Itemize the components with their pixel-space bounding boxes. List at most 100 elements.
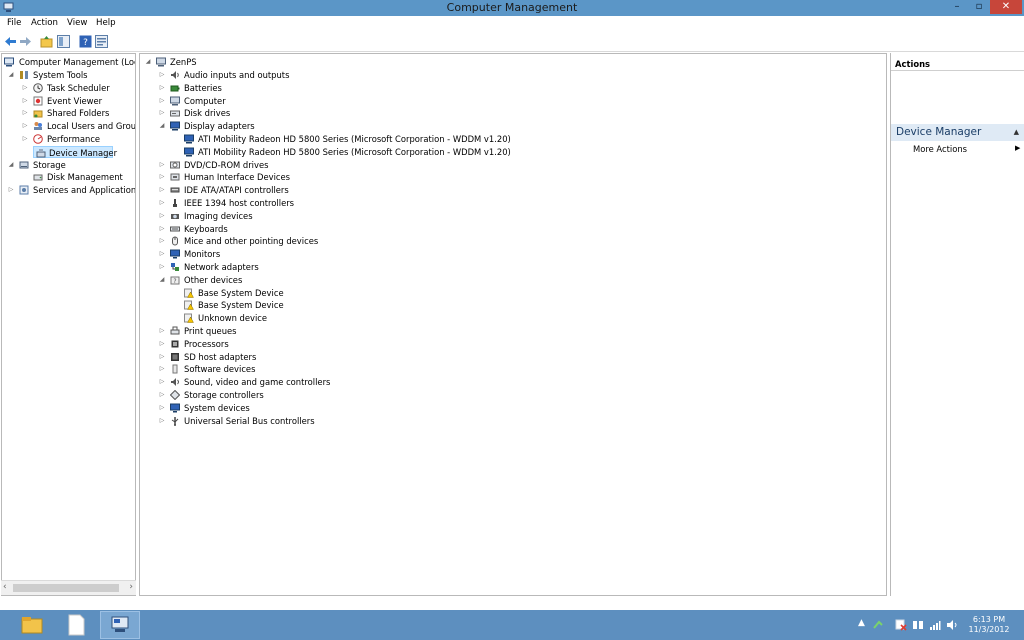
- expand-arrow-icon[interactable]: ▷: [158, 95, 166, 107]
- clock-date: 11/3/2012: [968, 625, 1010, 634]
- collapse-arrow-icon[interactable]: ◢: [7, 159, 15, 171]
- device-tree-item-label: Batteries: [184, 82, 222, 93]
- back-icon[interactable]: [4, 35, 17, 48]
- more-actions-link[interactable]: More Actions: [913, 144, 967, 154]
- minimize-button[interactable]: –: [946, 0, 968, 14]
- collapse-arrow-icon[interactable]: ◢: [144, 56, 152, 68]
- scroll-right-icon[interactable]: ›: [129, 582, 133, 592]
- console-tree-item-label: System Tools: [33, 70, 88, 80]
- expand-arrow-icon[interactable]: ▷: [158, 351, 166, 363]
- services-icon: [19, 185, 29, 195]
- expand-arrow-icon[interactable]: ▷: [158, 235, 166, 247]
- console-tree-item[interactable]: Device Manager: [33, 145, 117, 158]
- monitor-icon: [170, 249, 180, 259]
- sd-icon: [171, 352, 179, 361]
- expand-arrow-icon[interactable]: ▷: [158, 415, 166, 427]
- expand-arrow-icon[interactable]: ▷: [158, 223, 166, 235]
- menu-file[interactable]: File: [7, 18, 21, 28]
- sync-icon[interactable]: [872, 619, 884, 631]
- action-center-icon[interactable]: [895, 619, 907, 631]
- properties-icon[interactable]: [95, 35, 108, 48]
- expand-arrow-icon[interactable]: ▷: [158, 402, 166, 414]
- volume-icon[interactable]: [946, 619, 958, 631]
- network-icon[interactable]: [912, 619, 924, 631]
- title-bar[interactable]: Computer Management – ▫ ✕: [0, 0, 1024, 16]
- submenu-arrow-icon[interactable]: ▶: [1015, 144, 1020, 152]
- expand-arrow-icon[interactable]: ▷: [158, 82, 166, 94]
- show-hide-tree-icon[interactable]: [57, 35, 70, 48]
- hid-icon: [170, 173, 180, 181]
- expand-arrow-icon[interactable]: ▷: [21, 82, 29, 94]
- keyboard-icon: [170, 226, 180, 232]
- computer-management-taskbar-button[interactable]: [100, 611, 140, 639]
- horizontal-scrollbar[interactable]: ‹ ›: [1, 580, 136, 595]
- expand-arrow-icon[interactable]: ▷: [158, 261, 166, 273]
- show-hidden-icons-icon[interactable]: ▲: [858, 618, 865, 628]
- console-tree-item-label: Task Scheduler: [47, 82, 110, 93]
- scroll-left-icon[interactable]: ‹: [3, 582, 7, 592]
- collapse-caret-icon[interactable]: ▲: [1014, 124, 1019, 141]
- display-adapter-icon: [184, 147, 194, 157]
- expand-arrow-icon[interactable]: ▷: [21, 95, 29, 107]
- collapse-arrow-icon[interactable]: ◢: [7, 69, 15, 81]
- battery-icon: [170, 85, 180, 92]
- file-explorer-icon[interactable]: [12, 611, 52, 639]
- scrollbar-thumb[interactable]: [13, 584, 119, 592]
- maximize-button[interactable]: ▫: [968, 0, 990, 14]
- expand-arrow-icon[interactable]: ▷: [21, 120, 29, 132]
- warning-device-icon: [184, 313, 194, 323]
- expand-arrow-icon[interactable]: ▷: [158, 338, 166, 350]
- system-clock[interactable]: 6:13 PM 11/3/2012: [963, 615, 1015, 635]
- tree-root[interactable]: Computer Management (Local: [3, 56, 135, 68]
- expand-arrow-icon[interactable]: ▷: [158, 248, 166, 260]
- device-tree-root[interactable]: ◢ ZenPS: [144, 56, 344, 68]
- expand-arrow-icon[interactable]: ▷: [21, 133, 29, 145]
- notepad-icon[interactable]: [56, 611, 96, 639]
- expand-arrow-icon[interactable]: ▷: [7, 184, 15, 196]
- computer-management-icon: [4, 57, 14, 67]
- computer-management-icon: [111, 616, 129, 632]
- expand-arrow-icon[interactable]: ▷: [158, 376, 166, 388]
- disk-icon: [33, 174, 43, 181]
- expand-arrow-icon[interactable]: ▷: [158, 107, 166, 119]
- device-tree-pane: ◢ ZenPS ▷ Audio inputs and outputs ▷ Batter…: [139, 53, 887, 596]
- up-icon[interactable]: [40, 35, 53, 48]
- expand-arrow-icon[interactable]: ▷: [158, 363, 166, 375]
- warning-device-icon: [184, 288, 194, 298]
- expand-arrow-icon[interactable]: ▷: [158, 184, 166, 196]
- software-device-icon: [172, 364, 178, 374]
- expand-arrow-icon[interactable]: ▷: [158, 197, 166, 209]
- expand-arrow-icon[interactable]: ▷: [158, 389, 166, 401]
- device-tree-item-label: SD host adapters: [184, 351, 257, 362]
- device-tree-item-label: Sound, video and game controllers: [184, 377, 331, 388]
- wifi-signal-icon[interactable]: [929, 619, 941, 631]
- expand-arrow-icon[interactable]: ▷: [158, 171, 166, 183]
- device-tree-item-label: Monitors: [184, 249, 221, 260]
- expand-arrow-icon[interactable]: ▷: [158, 159, 166, 171]
- close-button[interactable]: ✕: [990, 0, 1022, 14]
- taskbar: ▲ 6:13 PM 11/3/2012: [0, 610, 1024, 640]
- mouse-icon: [172, 236, 178, 246]
- menu-view[interactable]: View: [67, 18, 87, 28]
- camera-icon: [171, 213, 179, 219]
- expand-arrow-icon[interactable]: ▷: [21, 107, 29, 119]
- menu-help[interactable]: Help: [96, 18, 116, 28]
- actions-header: Actions: [891, 57, 1024, 71]
- collapse-arrow-icon[interactable]: ◢: [158, 120, 166, 132]
- display-adapter-icon: [184, 134, 194, 144]
- expand-arrow-icon[interactable]: ▷: [158, 210, 166, 222]
- collapse-arrow-icon[interactable]: ◢: [158, 274, 166, 286]
- event-viewer-icon: [33, 96, 43, 106]
- shared-folder-icon: [33, 110, 43, 118]
- device-tree-item-label: ATI Mobility Radeon HD 5800 Series (Micr…: [198, 146, 511, 157]
- expand-arrow-icon[interactable]: ▷: [158, 69, 166, 81]
- menu-action[interactable]: Action: [31, 18, 58, 28]
- device-tree-item-label: Human Interface Devices: [184, 172, 291, 183]
- actions-section-device-manager[interactable]: Device Manager ▲: [891, 124, 1024, 141]
- forward-icon[interactable]: [19, 35, 32, 48]
- console-tree-item-label: Local Users and Groups: [47, 121, 136, 132]
- help-icon[interactable]: ?: [79, 35, 92, 48]
- expand-arrow-icon[interactable]: ▷: [158, 325, 166, 337]
- audio-icon: [171, 71, 179, 79]
- console-tree-item-label: Shared Folders: [47, 108, 110, 119]
